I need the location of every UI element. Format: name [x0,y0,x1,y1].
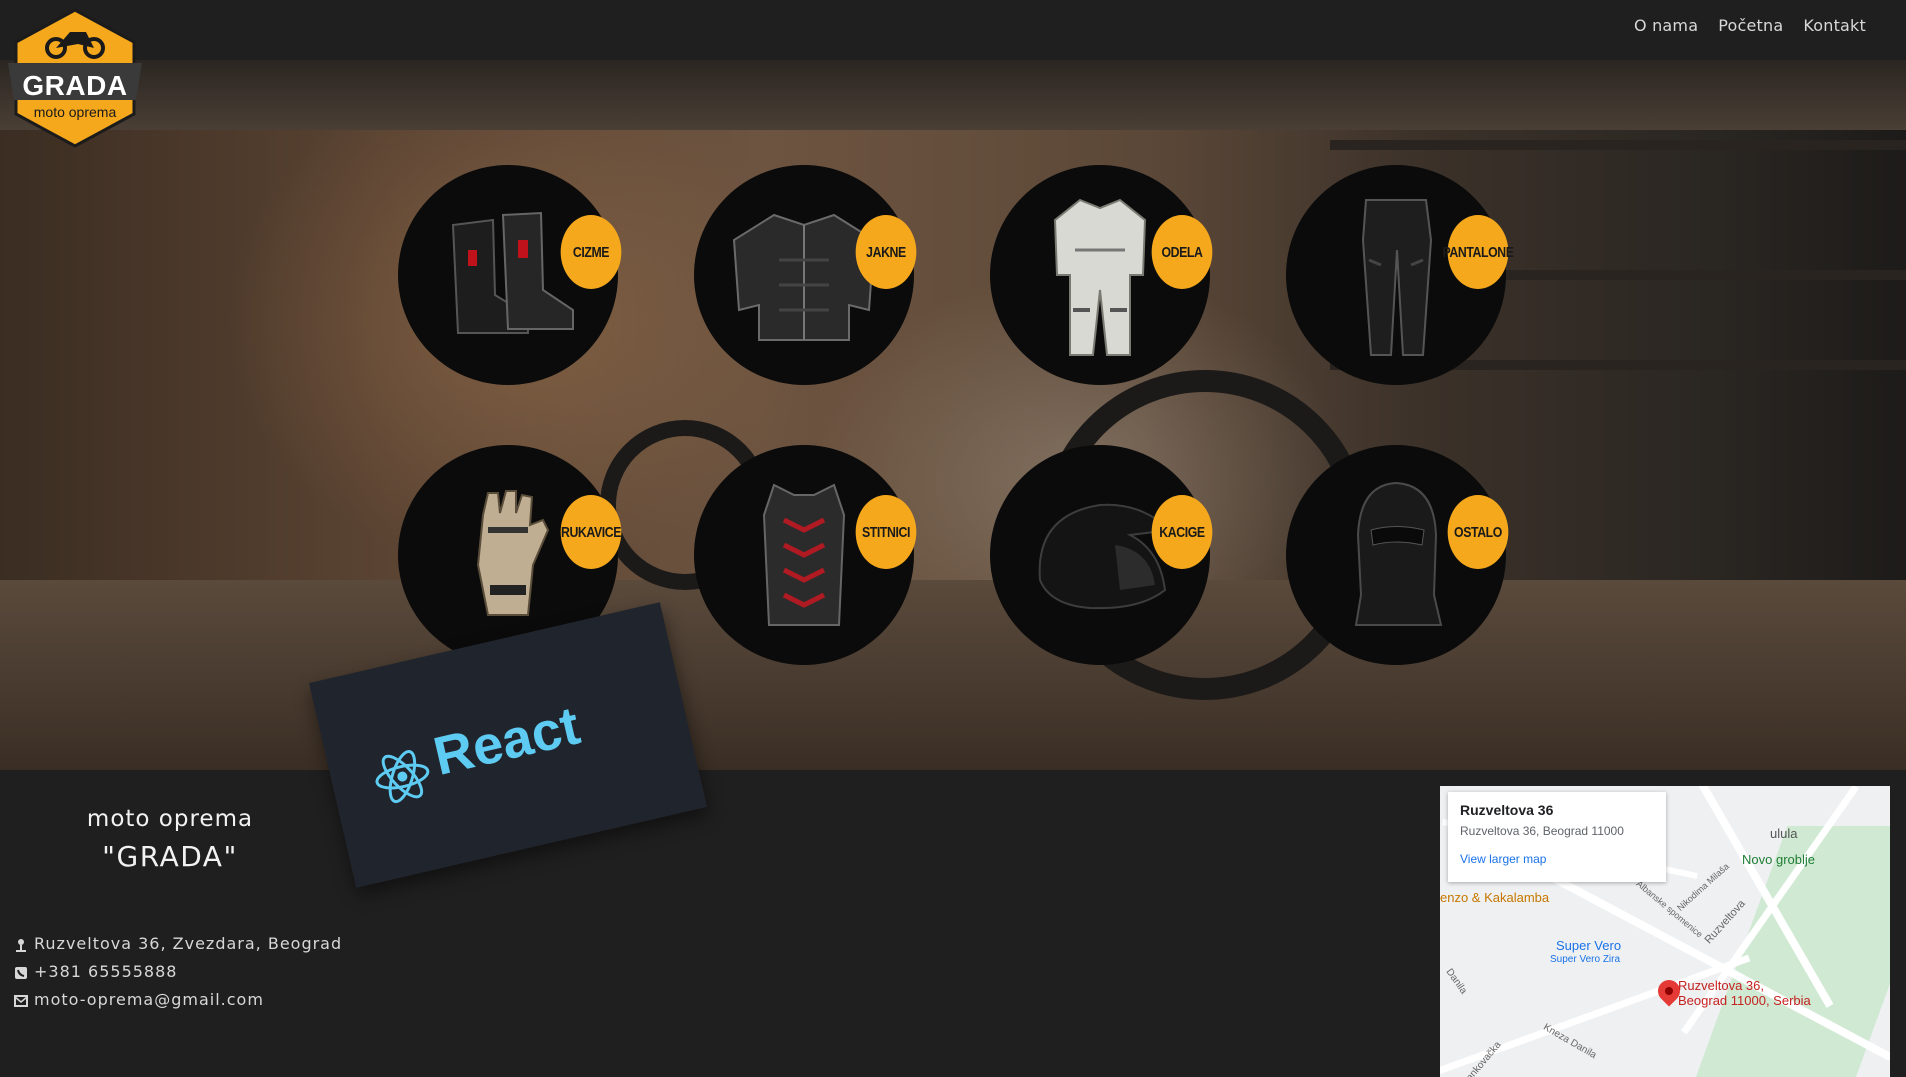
map-label-kakalamba: enzo & Kakalamba [1440,890,1550,905]
body-armor-icon [762,483,846,626]
helmet-icon [1038,503,1173,610]
pants-icon [1361,199,1433,356]
react-logo-icon [375,750,430,804]
map-label-super-vero: Super Vero [1556,938,1622,953]
contact-address-text: Ruzveltova 36, Zvezdara, Beograd [34,934,343,953]
map-card-address: Ruzveltova 36, Beograd 11000 [1460,824,1624,838]
map-label-novo-groblje: Novo groblje [1742,852,1815,867]
map-label-super-vero-sub: Super Vero Zira [1550,954,1621,965]
contact-email-text[interactable]: moto-oprema@gmail.com [34,990,264,1009]
category-badge-odela: ODELA [1151,215,1213,289]
map-card-title: Ruzveltova 36 [1460,802,1554,818]
mail-icon [14,993,28,1007]
map-label-ruzveltova: Ruzveltova [1702,897,1748,947]
category-badge-cizme: CIZME [560,215,622,289]
map-label-danila: Danila [1443,966,1469,997]
react-label: React [428,695,586,787]
suit-icon [1053,198,1147,356]
category-badge-jakne: JAKNE [855,215,917,289]
category-badge-rukavice: RUKAVICE [560,495,621,569]
balaclava-icon [1354,481,1443,626]
nav-link-o-nama[interactable]: O nama [1634,16,1698,35]
contact-phone-text[interactable]: +381 65555888 [34,962,177,981]
view-larger-map-link[interactable]: View larger map [1460,852,1654,866]
logo-title: GRADA [22,70,128,101]
map-pin-label-line2: Beograd 11000, Serbia [1678,993,1811,1008]
boots-icon [451,211,574,334]
map-pin-label-line1: Ruzveltova 36, [1678,978,1764,993]
footer-title: moto oprema [86,806,254,832]
nav-link-pocetna[interactable]: Početna [1718,16,1783,35]
map-label-kneza-danila: Kneza Danila [1541,1021,1599,1062]
contact-email: moto-oprema@gmail.com [14,990,264,1009]
google-map-embed[interactable]: ulula Novo groblje enzo & Kakalamba Supe… [1440,786,1890,1077]
map-info-card: Ruzveltova 36 Ruzveltova 36, Beograd 110… [1448,792,1666,882]
category-badge-kacige: KACIGE [1151,495,1213,569]
map-label-ulula: ulula [1770,826,1798,841]
top-navbar: O nama Početna Kontakt [0,0,1906,60]
jacket-icon [732,213,876,341]
gloves-icon [476,490,550,616]
category-badge-pantalone: PANTALONE [1442,215,1514,289]
contact-phone: +381 65555888 [14,962,177,981]
phone-icon [14,965,28,979]
footer-brand: "GRADA" [102,840,238,873]
page: O nama Početna Kontakt CIZME JAKNE ODELA… [0,0,1906,1077]
category-badge-ostalo: OSTALO [1447,495,1509,569]
site-logo[interactable]: GRADA moto oprema [8,8,142,148]
main-nav: O nama Početna Kontakt [1634,16,1866,35]
hero-garage-background: CIZME JAKNE ODELA PANTALONE RUKAVICE STI… [0,60,1906,770]
contact-address: Ruzveltova 36, Zvezdara, Beograd [14,934,342,953]
location-icon [14,937,28,952]
nav-link-kontakt[interactable]: Kontakt [1803,16,1866,35]
logo-subtitle: moto oprema [33,104,117,120]
map-label-nikodima: Nikodima Milaša [1675,861,1731,913]
category-badge-stitnici: STITNICI [855,495,917,569]
